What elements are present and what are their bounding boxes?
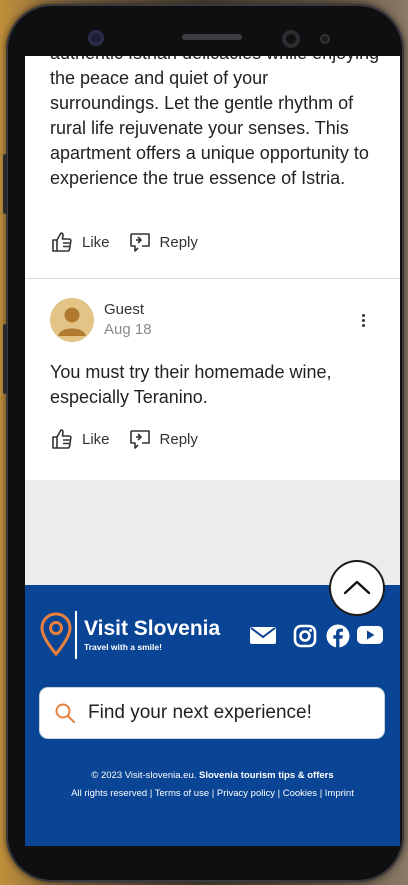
copyright-text: © 2023 Visit-slovenia.eu. (91, 770, 197, 781)
chevron-up-icon (343, 580, 371, 595)
comment-actions: Like Reply (50, 427, 198, 451)
like-label: Like (82, 430, 110, 448)
logo-divider (75, 611, 77, 659)
privacy-link[interactable]: Privacy policy (217, 788, 275, 799)
comment-date: Aug 18 (104, 321, 152, 338)
search-box[interactable] (40, 688, 384, 738)
avatar (50, 298, 94, 342)
legal-links: All rights reserved | Terms of use | Pri… (25, 788, 400, 799)
brand-tagline: Travel with a smile! (84, 642, 162, 652)
phone-screen: authentic Istrian delicacies while enjoy… (25, 56, 400, 846)
link-separator: | (319, 788, 323, 799)
copyright-tagline[interactable]: Slovenia tourism tips & offers (199, 770, 334, 781)
like-button[interactable]: Like (50, 427, 110, 451)
user-avatar-icon (50, 298, 94, 342)
volume-button (3, 154, 7, 214)
brand-name[interactable]: Visit Slovenia (84, 617, 220, 641)
imprint-link[interactable]: Imprint (325, 788, 354, 799)
comment-author: Guest (104, 301, 145, 318)
mail-icon[interactable] (249, 624, 277, 646)
proximity-sensor (320, 34, 330, 44)
reply-icon (129, 430, 150, 449)
comment-actions: Like Reply (50, 230, 198, 254)
earpiece-speaker (182, 34, 242, 40)
side-button (3, 324, 7, 394)
comment-text: authentic Istrian delicacies while enjoy… (50, 56, 379, 188)
front-camera (88, 30, 104, 46)
location-pin-logo-icon (40, 612, 72, 656)
more-options-icon[interactable] (355, 312, 371, 330)
scroll-to-top-button[interactable] (331, 562, 383, 614)
reply-button[interactable]: Reply (128, 427, 198, 451)
like-label: Like (82, 233, 110, 251)
terms-link[interactable]: Terms of use (155, 788, 209, 799)
thumbs-up-icon (52, 232, 72, 252)
comment-divider (25, 278, 400, 279)
link-separator: | (149, 788, 153, 799)
like-button[interactable]: Like (50, 230, 110, 254)
reply-button[interactable]: Reply (128, 230, 198, 254)
thumbs-up-icon (52, 429, 72, 449)
all-rights-reserved-text: All rights reserved (71, 788, 148, 799)
search-icon (55, 703, 75, 723)
reply-label: Reply (159, 430, 198, 448)
youtube-icon[interactable] (356, 624, 384, 646)
instagram-icon[interactable] (293, 624, 317, 648)
link-separator: | (277, 788, 281, 799)
copyright-line: © 2023 Visit-slovenia.eu. Slovenia touri… (25, 770, 400, 781)
reply-label: Reply (159, 233, 198, 251)
reply-icon (129, 233, 150, 252)
sensor-camera (282, 30, 300, 48)
facebook-icon[interactable] (326, 624, 350, 648)
search-input[interactable] (86, 701, 360, 725)
cookies-link[interactable]: Cookies (283, 788, 317, 799)
comment-text: You must try their homemade wine, especi… (50, 362, 332, 407)
link-separator: | (211, 788, 215, 799)
